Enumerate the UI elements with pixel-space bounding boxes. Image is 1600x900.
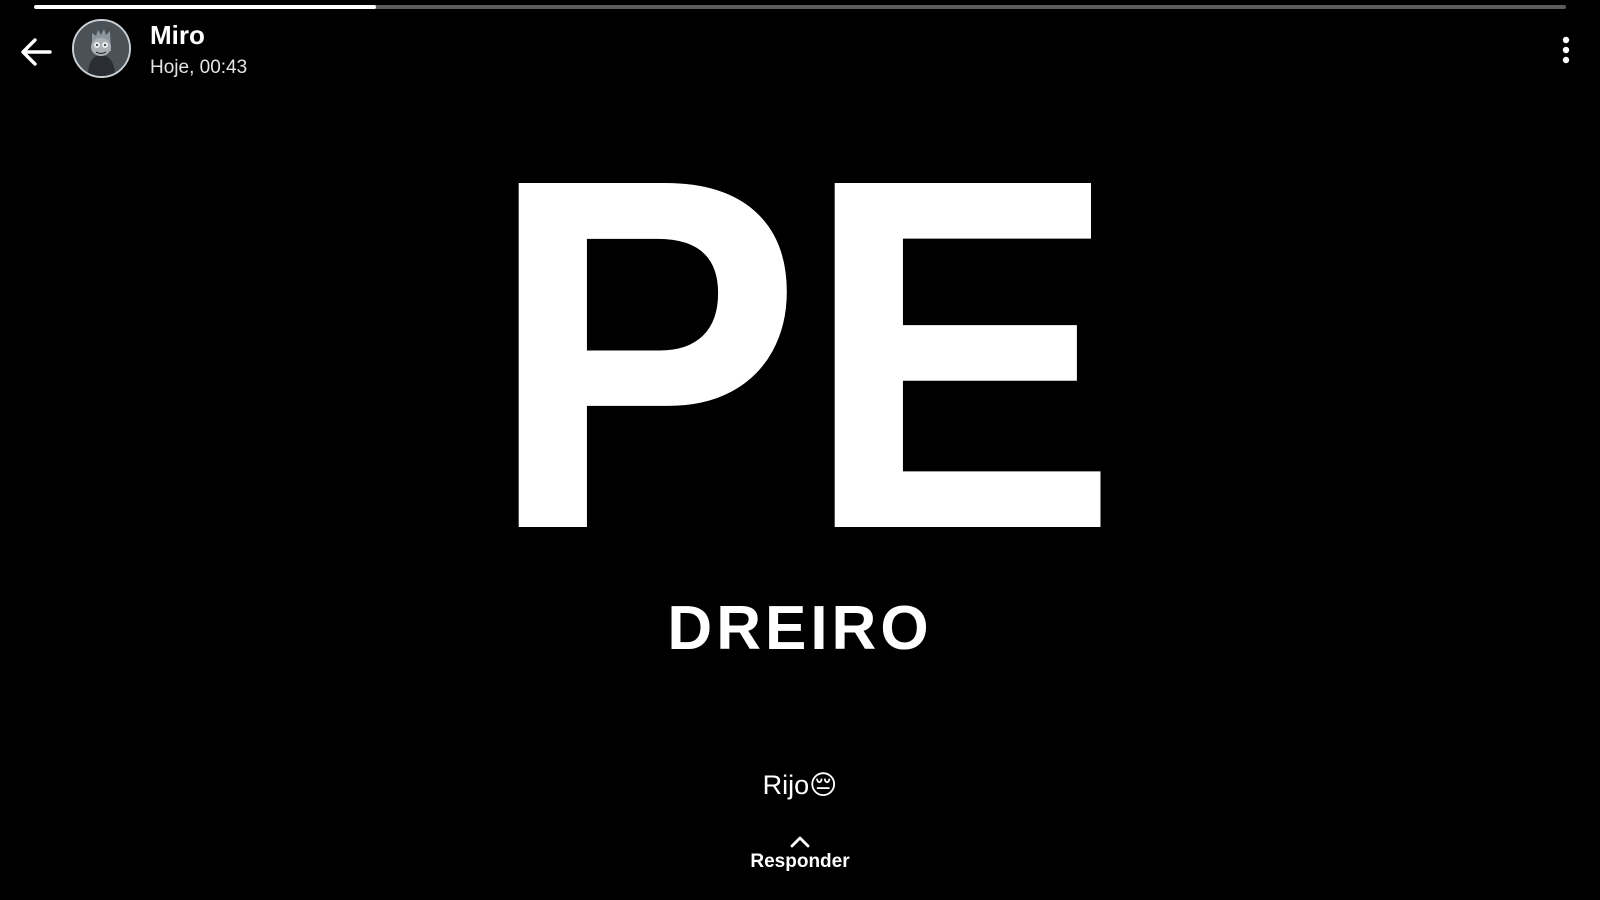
more-options-button[interactable] (1548, 30, 1584, 70)
status-progress-fill (34, 5, 376, 9)
status-caption: Rijo😔 (762, 770, 838, 800)
avatar[interactable] (72, 19, 131, 78)
status-viewer: Miro Hoje, 00:43 PE DREIRO Rijo😔 Respond… (0, 0, 1600, 900)
contact-name[interactable]: Miro (150, 20, 205, 51)
avatar-image (74, 21, 129, 76)
reply-button[interactable]: Responder (700, 835, 900, 895)
status-progress-bar (34, 5, 1566, 9)
more-vert-icon (1562, 36, 1570, 64)
arrow-left-icon (21, 38, 52, 66)
status-headline: PE (487, 120, 1119, 633)
chevron-up-icon (790, 836, 810, 848)
reply-label: Responder (750, 851, 850, 872)
status-subline: DREIRO (667, 594, 933, 663)
status-image: PE DREIRO (400, 120, 1200, 680)
status-timestamp: Hoje, 00:43 (150, 57, 248, 78)
back-button[interactable] (14, 30, 58, 74)
